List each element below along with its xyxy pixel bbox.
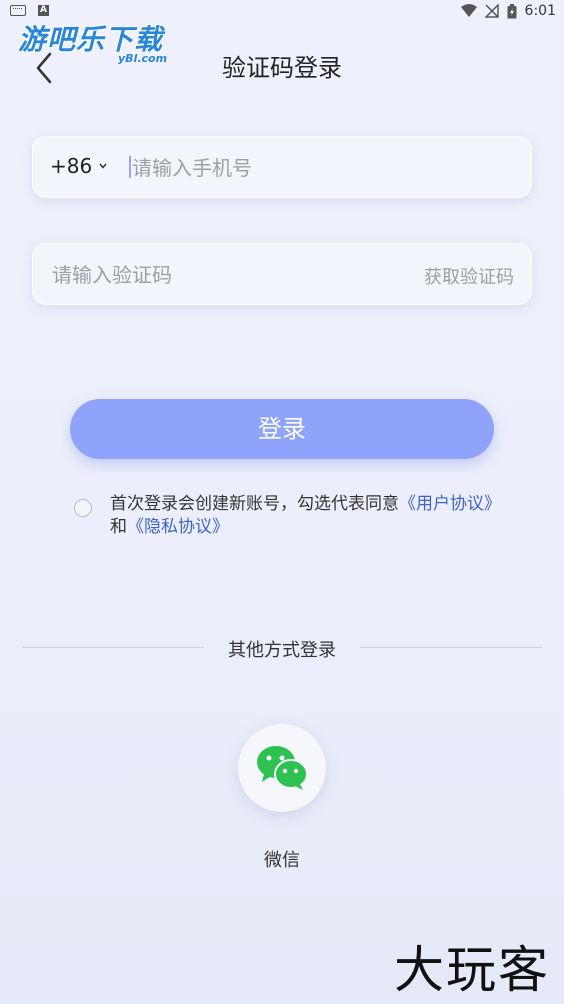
phone-field: +86 (32, 136, 532, 198)
other-login-label: 其他方式登录 (228, 640, 336, 661)
agreement-prefix: 首次登录会创建新账号，勾选代表同意 (110, 494, 399, 514)
other-login-divider: 其他方式登录 (22, 636, 542, 661)
page-title: 验证码登录 (222, 54, 342, 82)
keyboard-icon (10, 5, 26, 16)
country-code-label: +86 (50, 154, 93, 178)
agreement-checkbox[interactable] (74, 499, 92, 517)
code-field: 获取验证码 (32, 243, 532, 305)
wechat-icon (257, 746, 308, 790)
brand-watermark: 大玩客 (394, 941, 550, 999)
status-time: 6:01 (524, 3, 556, 19)
wechat-label: 微信 (264, 850, 300, 871)
get-code-button[interactable]: 获取验证码 (424, 263, 514, 289)
phone-input[interactable] (130, 148, 514, 188)
agreement-text: 首次登录会创建新账号，勾选代表同意《用户协议》和《隐私协议》 (110, 493, 510, 539)
login-button[interactable]: 登录 (70, 399, 494, 459)
wechat-login-button[interactable] (238, 724, 326, 812)
user-agreement-link[interactable]: 《用户协议》 (399, 494, 501, 514)
signal-off-icon (484, 4, 499, 18)
divider-line-right (360, 647, 542, 648)
agreement-and: 和 (110, 517, 127, 537)
battery-icon (507, 3, 517, 18)
wifi-icon (460, 4, 477, 17)
country-code-selector[interactable]: +86 (50, 154, 108, 178)
privacy-agreement-link[interactable]: 《隐私协议》 (127, 517, 229, 537)
code-input[interactable] (50, 255, 384, 295)
chevron-down-icon (99, 163, 107, 169)
a-icon: A (38, 5, 49, 16)
